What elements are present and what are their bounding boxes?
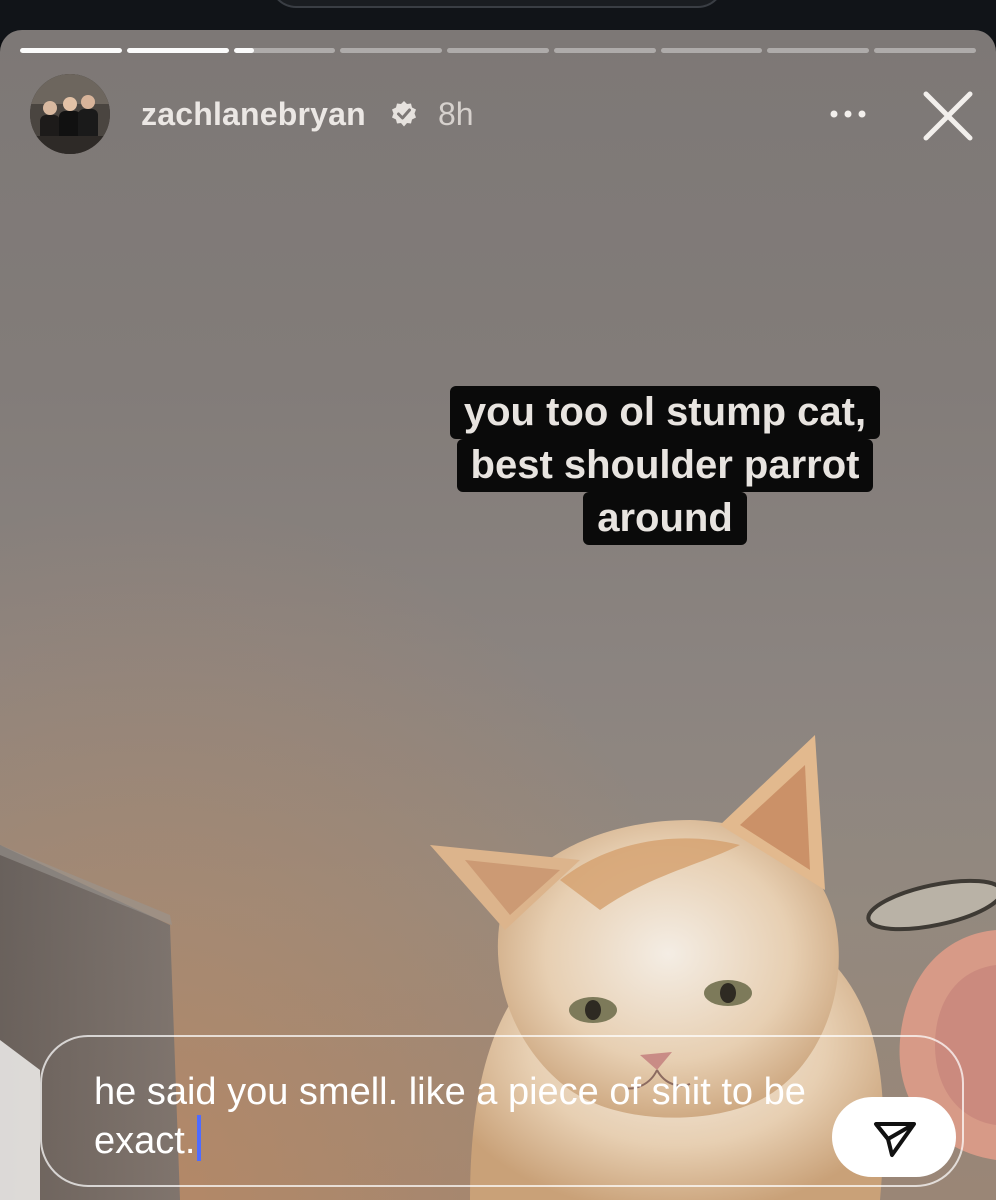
progress-fill bbox=[126, 48, 229, 53]
story-photo bbox=[0, 30, 996, 1200]
progress-segment bbox=[767, 48, 870, 53]
reply-input[interactable]: he said you smell. like a piece of shit … bbox=[40, 1035, 964, 1187]
progress-segment bbox=[874, 48, 977, 53]
story-timestamp: 8h bbox=[438, 96, 474, 132]
caption-line: you too ol stump cat, bbox=[449, 386, 881, 439]
send-button[interactable] bbox=[832, 1097, 956, 1177]
progress-segment bbox=[340, 48, 443, 53]
caption-line: around bbox=[583, 492, 747, 545]
story-header: zachlanebryan 8h bbox=[30, 74, 976, 154]
reply-input-text[interactable]: he said you smell. like a piece of shit … bbox=[94, 1069, 814, 1164]
text-cursor bbox=[197, 1115, 202, 1161]
story-progress-bar bbox=[20, 48, 977, 53]
profile-avatar[interactable] bbox=[30, 74, 110, 154]
caption-line: best shoulder parrot bbox=[456, 439, 874, 492]
progress-segment bbox=[553, 48, 656, 53]
progress-segment bbox=[660, 48, 763, 53]
story-username[interactable]: zachlanebryan bbox=[141, 96, 366, 133]
story-text-sticker: you too ol stump cat, best shoulder parr… bbox=[440, 386, 890, 545]
progress-segment bbox=[233, 48, 336, 53]
progress-fill bbox=[20, 48, 122, 53]
send-icon bbox=[874, 1122, 916, 1157]
story-viewer[interactable]: zachlanebryan 8h you too ol stump cat, b… bbox=[0, 30, 996, 1200]
verified-badge-icon bbox=[392, 101, 416, 127]
progress-segment bbox=[20, 48, 122, 53]
progress-segment bbox=[447, 48, 549, 53]
device-notch bbox=[270, 0, 724, 8]
progress-segment bbox=[126, 48, 229, 53]
more-options-icon[interactable] bbox=[826, 96, 870, 132]
progress-fill bbox=[233, 48, 254, 53]
close-icon[interactable] bbox=[920, 88, 976, 144]
avatar-image bbox=[30, 74, 110, 154]
